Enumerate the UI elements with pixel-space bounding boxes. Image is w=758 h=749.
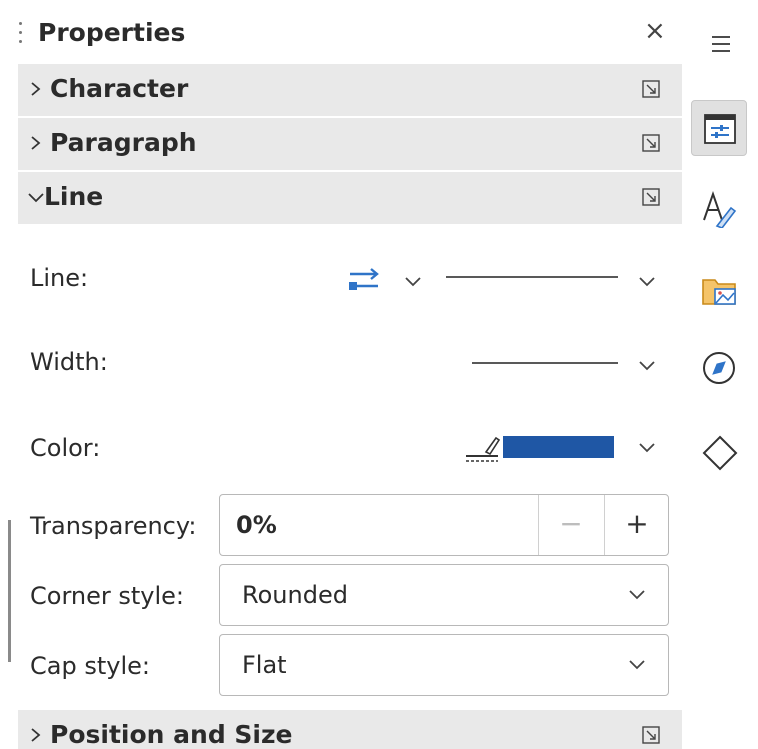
more-options-icon[interactable]	[642, 188, 660, 206]
line-width-preview[interactable]	[472, 348, 618, 378]
width-label: Width:	[30, 348, 108, 376]
section-line-header[interactable]: Line	[18, 172, 682, 224]
transparency-label: Transparency:	[30, 512, 197, 540]
gallery-icon	[702, 279, 736, 305]
section-paragraph-header[interactable]: Paragraph	[18, 118, 682, 170]
transparency-value[interactable]: 0%	[236, 511, 277, 539]
cap-style-label: Cap style:	[30, 652, 150, 680]
shapes-icon	[702, 435, 738, 471]
section-position-header[interactable]: Position and Size	[18, 710, 682, 749]
cap-style-select[interactable]: Flat	[219, 634, 669, 696]
navigator-tab-button[interactable]	[691, 340, 747, 396]
section-character-header[interactable]: Character	[18, 64, 682, 116]
panel-title: Properties	[38, 18, 186, 47]
panel-resize-handle[interactable]	[8, 520, 11, 662]
drag-grip-icon[interactable]	[18, 22, 24, 48]
chevron-down-icon	[28, 193, 44, 203]
more-options-icon[interactable]	[642, 80, 660, 98]
close-button[interactable]: ×	[644, 16, 666, 46]
corner-style-label: Corner style:	[30, 582, 184, 610]
more-options-icon[interactable]	[642, 134, 660, 152]
chevron-right-icon	[31, 728, 41, 742]
properties-tab-button[interactable]	[691, 100, 747, 156]
decrement-button[interactable]: −	[538, 495, 603, 555]
chevron-right-icon	[31, 82, 41, 96]
styles-icon	[703, 190, 737, 228]
chevron-down-icon	[629, 660, 645, 670]
menu-icon[interactable]	[710, 34, 732, 54]
more-options-icon[interactable]	[642, 726, 660, 744]
properties-icon	[704, 114, 736, 144]
line-style-preview[interactable]	[446, 262, 618, 292]
cap-style-value: Flat	[242, 651, 287, 679]
panel-header: Properties ×	[18, 8, 682, 62]
line-style-dropdown-icon[interactable]	[638, 276, 656, 288]
transparency-spinbox[interactable]: 0% − +	[219, 494, 669, 556]
shapes-tab-button[interactable]	[691, 424, 747, 480]
line-label: Line:	[30, 264, 89, 292]
section-character-label: Character	[50, 74, 189, 103]
section-paragraph-label: Paragraph	[50, 128, 197, 157]
navigator-icon	[703, 352, 735, 384]
chevron-down-icon	[629, 590, 645, 600]
line-color-dropdown-icon[interactable]	[638, 442, 656, 454]
line-width-dropdown-icon[interactable]	[638, 360, 656, 372]
styles-tab-button[interactable]	[691, 180, 747, 236]
line-color-swatch[interactable]	[503, 436, 614, 458]
corner-style-value: Rounded	[242, 581, 348, 609]
sidebar-tab-bar	[688, 0, 758, 749]
properties-panel: Properties × Character Paragraph Line Li…	[0, 0, 688, 749]
section-line-label: Line	[44, 182, 104, 211]
arrow-style-dropdown-icon[interactable]	[404, 276, 422, 288]
corner-style-select[interactable]: Rounded	[219, 564, 669, 626]
chevron-right-icon	[31, 136, 41, 150]
section-position-label: Position and Size	[50, 720, 293, 749]
gallery-tab-button[interactable]	[691, 262, 747, 318]
line-color-icon[interactable]	[464, 430, 504, 466]
increment-button[interactable]: +	[604, 495, 669, 555]
color-label: Color:	[30, 434, 101, 462]
arrow-style-icon[interactable]	[346, 266, 382, 294]
